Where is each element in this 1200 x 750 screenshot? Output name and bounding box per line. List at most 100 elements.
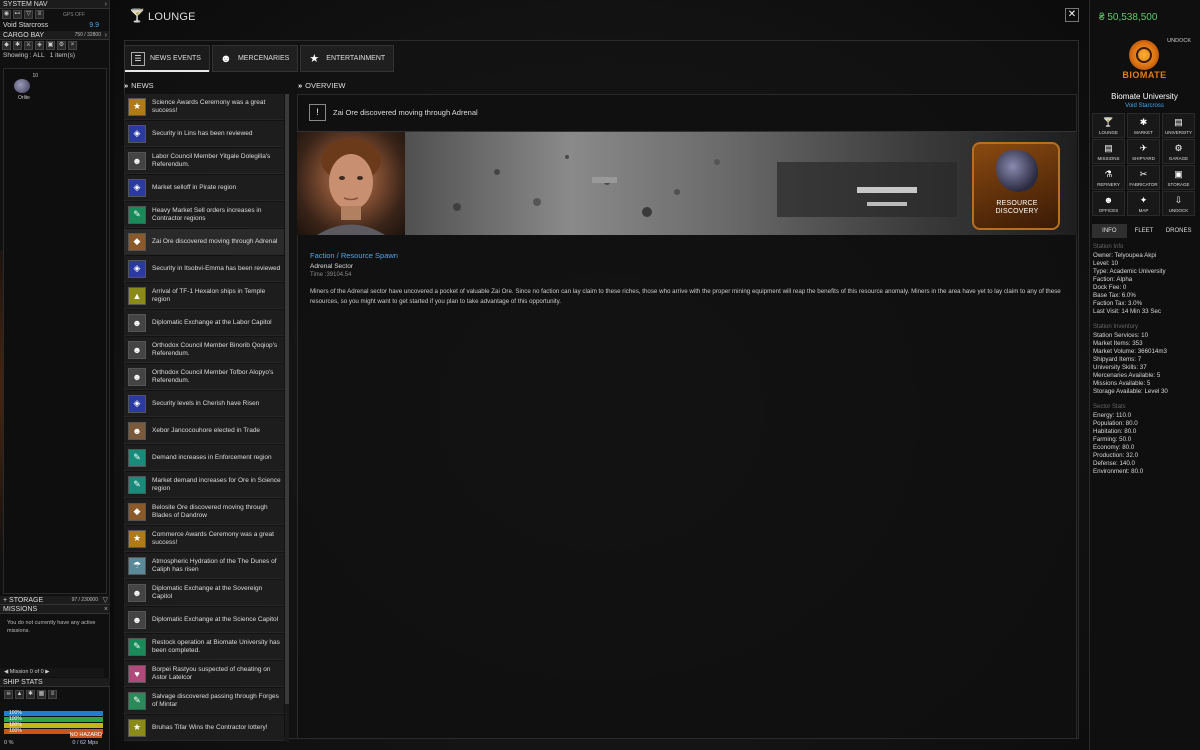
overview-section-title: OVERVIEW <box>305 81 346 90</box>
tab-info[interactable]: INFO <box>1092 224 1127 238</box>
undock-link[interactable]: UNDOCK <box>1167 38 1191 44</box>
news-item[interactable]: ✎ Demand increases in Enforcement region <box>124 445 284 471</box>
target-icon[interactable]: ◉ <box>2 10 11 19</box>
news-item[interactable]: ✎ Salvage discovered passing through Forg… <box>124 688 284 714</box>
news-item-text: Xebor Jancocouhore elected in Trade <box>152 426 261 434</box>
news-item[interactable]: ☻ Diplomatic Exchange at the Labor Capito… <box>124 310 284 336</box>
news-item-text: Demand increases in Enforcement region <box>152 453 272 461</box>
news-item[interactable]: ◈ Market selloff in Pirate region <box>124 175 284 201</box>
info-line: Market Items: 353 <box>1093 340 1143 347</box>
station-lounge-button[interactable]: 🍸 LOUNGE <box>1092 113 1125 138</box>
filter-icon[interactable]: ▽ <box>103 596 108 605</box>
tab-drones[interactable]: DRONES <box>1161 224 1196 238</box>
news-item[interactable]: ☻ Diplomatic Exchange at the Science Capi… <box>124 607 284 633</box>
cargo-icon[interactable]: ▦ <box>37 690 46 699</box>
news-item[interactable]: ◈ Security levels in Cherish have Risen <box>124 391 284 417</box>
nav-location[interactable]: Void Starcross 9.9 <box>0 20 109 31</box>
news-category-icon: ★ <box>128 718 146 737</box>
news-item-text: Security levels in Cherish have Risen <box>152 399 260 407</box>
info-line: Economy: 80.0 <box>1093 444 1135 451</box>
gear-icon[interactable]: ✱ <box>13 41 22 50</box>
news-item[interactable]: ★ Commerce Awards Ceremony was a great su… <box>124 526 284 552</box>
news-scrollbar[interactable] <box>285 94 289 742</box>
chevron-right-icon[interactable]: › <box>105 31 107 40</box>
station-button-label: SHIPYARD <box>1132 156 1155 161</box>
station-offices-button[interactable]: ☻ OFFICES <box>1092 191 1125 216</box>
station-missions-button[interactable]: ▤ MISSIONS <box>1092 139 1125 164</box>
info-line: Defense: 140.0 <box>1093 460 1135 467</box>
station-university-button[interactable]: ▤ UNIVERSITY <box>1162 113 1195 138</box>
news-item[interactable]: ◈ Security in Lins has been reviewed <box>124 121 284 147</box>
cargo-bay-header[interactable]: CARGO BAY 750 / 32800 › <box>0 31 109 40</box>
news-item[interactable]: ★ Bruhas Tifar Wins the Contractor lotter… <box>124 715 284 741</box>
route-icon[interactable]: ⊷ <box>13 10 22 19</box>
news-item[interactable]: ◆ Zai Ore discovered moving through Adren… <box>124 229 284 255</box>
ship-icon[interactable]: ▲ <box>15 690 24 699</box>
news-category-icon: ◈ <box>128 124 146 143</box>
station-map-button[interactable]: ✦ MAP <box>1127 191 1160 216</box>
news-item[interactable]: ♥ Borpei Rastyou suspected of cheating on… <box>124 661 284 687</box>
ship-stats-title: SHIP STATS <box>3 679 43 686</box>
tab-entertainment[interactable]: ★ ENTERTAINMENT <box>300 45 395 72</box>
shield-icon[interactable]: ◈ <box>35 41 44 50</box>
news-icon: ☰ <box>131 51 145 66</box>
station-storage-button[interactable]: ▣ STORAGE <box>1162 165 1195 190</box>
next-icon[interactable]: ▶ <box>45 669 49 675</box>
gps-status[interactable]: GPS OFF <box>63 12 85 18</box>
news-item[interactable]: ★ Science Awards Ceremony was a great suc… <box>124 94 284 120</box>
station-button-label: MAP <box>1138 208 1149 213</box>
close-button[interactable]: ✕ <box>1065 8 1079 22</box>
tab-news-events[interactable]: ☰ NEWS EVENTS <box>124 45 210 72</box>
news-item-text: Belosite Ore discovered moving through B… <box>152 503 268 519</box>
tab-mercenaries[interactable]: ☻ MERCENARIES <box>211 45 299 72</box>
news-item[interactable]: ✎ Heavy Market Sell orders increases in C… <box>124 202 284 228</box>
ore-icon[interactable]: ◆ <box>2 41 11 50</box>
station-garage-button[interactable]: ⚙ GARAGE <box>1162 139 1195 164</box>
list-icon[interactable]: ≡ <box>48 690 57 699</box>
news-item[interactable]: ☻ Diplomatic Exchange at the Sovereign Ca… <box>124 580 284 606</box>
news-item[interactable]: ☻ Labor Council Member Yitgale Dolegilla'… <box>124 148 284 174</box>
ship-stats-header[interactable]: SHIP STATS <box>0 678 110 687</box>
station-shipyard-button[interactable]: ✈ SHIPYARD <box>1127 139 1160 164</box>
station-fabricator-button[interactable]: ✂ FABRICATOR <box>1127 165 1160 190</box>
expand-icon[interactable]: + <box>3 597 7 604</box>
info-section-header: Station Info <box>1093 244 1124 250</box>
cargo-item[interactable]: 10 Orlite <box>10 73 40 103</box>
news-item[interactable]: ◆ Belosite Ore discovered moving through … <box>124 499 284 525</box>
prev-icon[interactable]: ◀ <box>4 669 8 675</box>
missions-header[interactable]: MISSIONS × <box>0 605 110 614</box>
filter-icon[interactable]: ▽ <box>24 10 33 19</box>
news-item[interactable]: ✎ Restock operation at Biomate University… <box>124 634 284 660</box>
settings-icon[interactable]: ⚙ <box>57 41 66 50</box>
weapon-icon[interactable]: ⚔ <box>24 41 33 50</box>
cargo-filter-row: Showing : ALL 1 item(s) <box>0 51 109 60</box>
news-item[interactable]: ☻ Xebor Jancocouhore elected in Trade <box>124 418 284 444</box>
chevron-right-icon[interactable]: › <box>105 0 107 9</box>
list-icon[interactable]: ≡ <box>35 10 44 19</box>
news-item[interactable]: ◈ Security in Itsobvi-Emma has been revie… <box>124 256 284 282</box>
news-item-text: Diplomatic Exchange at the Science Capit… <box>152 615 279 623</box>
station-refinery-button[interactable]: ⚗ REFINERY <box>1092 165 1125 190</box>
university-icon: ▤ <box>1174 117 1183 127</box>
event-banner: RESOURCE DISCOVERY <box>297 132 1077 235</box>
station-undock-button[interactable]: ⇩ UNDOCK <box>1162 191 1195 216</box>
close-icon[interactable]: × <box>68 41 77 50</box>
cargo-filter[interactable]: Showing : ALL <box>3 52 44 59</box>
tab-fleet[interactable]: FLEET <box>1127 224 1162 238</box>
close-icon[interactable]: × <box>104 605 108 614</box>
news-item[interactable]: ☻ Orthodox Council Member Tofbor Alopyo's… <box>124 364 284 390</box>
event-description: Miners of the Adrenal sector have uncove… <box>310 288 1061 305</box>
news-item[interactable]: ▲ Arrival of TF-1 Hexalon ships in Temple… <box>124 283 284 309</box>
news-item[interactable]: ☻ Orthodox Council Member Binorib Qoqiop'… <box>124 337 284 363</box>
page-title: LOUNGE <box>148 11 196 23</box>
news-category-icon: ☻ <box>128 151 146 170</box>
storage-header[interactable]: + STORAGE 97 / 230000 ▽ <box>0 596 110 605</box>
module-icon[interactable]: ▣ <box>46 41 55 50</box>
skull-icon[interactable]: ☠ <box>4 690 13 699</box>
station-market-button[interactable]: ✱ MARKET <box>1127 113 1160 138</box>
gear-icon[interactable]: ✱ <box>26 690 35 699</box>
news-item[interactable]: ✎ Market demand increases for Ore in Scie… <box>124 472 284 498</box>
news-item[interactable]: ☂ Atmospheric Hydration of the The Dunes … <box>124 553 284 579</box>
news-category-icon: ◈ <box>128 178 146 197</box>
system-nav-header[interactable]: SYSTEM NAV › <box>0 0 109 9</box>
